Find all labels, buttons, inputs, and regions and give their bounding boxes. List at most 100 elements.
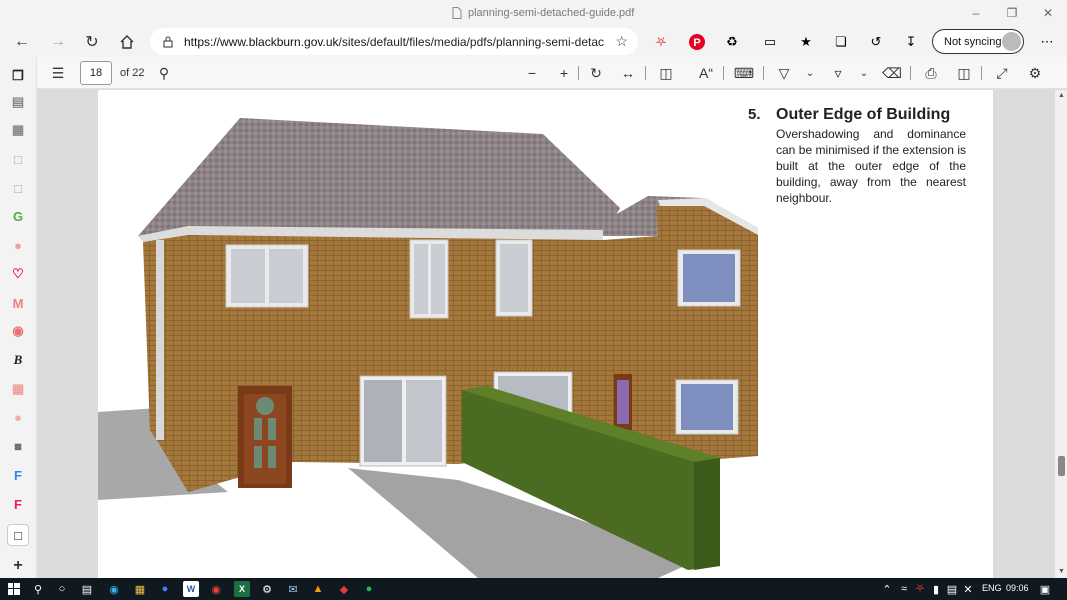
tab-site-icon[interactable]: ▩ (9, 437, 27, 455)
new-tab-plus-icon[interactable]: + (9, 557, 27, 575)
forward-arrow-icon[interactable]: → (46, 31, 70, 53)
fullscreen-icon[interactable]: ⤢ (992, 63, 1012, 83)
tab-active-pdf-icon[interactable]: □ (7, 524, 29, 546)
window-title-bar: planning-semi-detached-guide.pdf – ❐ ✕ (0, 0, 1067, 27)
close-icon[interactable]: ✕ (1038, 4, 1058, 22)
favorites-icon[interactable]: ★ (797, 33, 815, 51)
mail-icon[interactable]: ✉ (285, 581, 301, 597)
avatar (1002, 32, 1021, 51)
spotify-icon[interactable]: ● (361, 581, 377, 597)
word-icon[interactable]: W (183, 581, 199, 597)
tab-document-icon[interactable]: □ (9, 179, 27, 197)
file-explorer-icon[interactable]: ▦ (132, 581, 148, 597)
tab-f-icon[interactable]: F (9, 466, 27, 484)
svg-text:P: P (693, 37, 700, 49)
security-shield-icon[interactable]: ⛧ (912, 581, 928, 597)
section-body: Overshadowing and dominance can be minim… (776, 127, 966, 205)
tab-google-icon[interactable]: G (9, 207, 27, 225)
settings-gear-icon[interactable]: ⚙ (259, 581, 275, 597)
scroll-down-icon[interactable]: ▼ (1058, 568, 1065, 575)
favorite-add-icon[interactable]: ☆ (615, 33, 628, 50)
settings-gear-icon[interactable]: ⚙ (1025, 63, 1045, 83)
tab-site-icon[interactable]: ▤ (9, 93, 27, 111)
pdf-viewer: 5. Outer Edge of Building Overshadowing … (38, 90, 1055, 578)
tab-site-icon[interactable]: ◉ (9, 322, 27, 340)
cortana-icon[interactable]: ○ (54, 581, 70, 597)
divider (723, 66, 724, 80)
zoom-out-icon[interactable]: − (522, 63, 542, 83)
add-text-icon[interactable]: ⌨ (734, 63, 754, 83)
save-icon[interactable]: ◫ (954, 63, 974, 83)
language-indicator[interactable]: ENG (982, 583, 1002, 593)
back-arrow-icon[interactable]: ← (10, 31, 34, 53)
browser-toolbar: ← → ↻ https://www.blackburn.gov.uk/sites… (0, 27, 1067, 57)
tab-f-icon[interactable]: F (9, 495, 27, 513)
divider (578, 66, 579, 80)
tab-actions-icon[interactable]: ❐ (9, 67, 27, 85)
profile-sync-button[interactable]: Not syncing (932, 29, 1024, 54)
wifi-icon[interactable]: ≈ (896, 581, 912, 597)
chrome-icon[interactable]: ◉ (208, 581, 224, 597)
divider (645, 66, 646, 80)
erase-icon[interactable]: ⌫ (882, 63, 902, 83)
scroll-up-icon[interactable]: ▲ (1058, 92, 1065, 99)
minimize-icon[interactable]: – (966, 4, 986, 22)
scroll-thumb[interactable] (1058, 456, 1065, 476)
chevron-down-icon[interactable]: ⌄ (854, 63, 874, 83)
page-number-input[interactable]: 18 (80, 61, 112, 85)
windows-start-icon[interactable] (6, 581, 22, 597)
lock-icon (163, 36, 173, 47)
page-view-icon[interactable]: ◫ (656, 63, 676, 83)
search-icon[interactable]: ⚲ (30, 581, 46, 597)
read-aloud-icon[interactable]: A“ (696, 63, 716, 83)
volume-muted-icon[interactable]: ✕ (960, 581, 976, 597)
tab-site-icon[interactable]: ● (9, 408, 27, 426)
history-icon[interactable]: ↺ (867, 33, 885, 51)
tab-site-icon[interactable]: ● (9, 236, 27, 254)
clock[interactable]: 09:06 (1006, 583, 1029, 593)
tab-heart-icon[interactable]: ♡ (9, 265, 27, 283)
vertical-scrollbar[interactable]: ▲ ▼ (1055, 90, 1067, 578)
edge-icon[interactable]: ◉ (106, 581, 122, 597)
divider (981, 66, 982, 80)
extension-shield-icon[interactable]: ⛧ (652, 33, 670, 51)
cast-icon[interactable]: ▭ (761, 33, 779, 51)
chevron-down-icon[interactable]: ⌄ (800, 63, 820, 83)
network-icon[interactable]: ▤ (944, 581, 960, 597)
tab-site-icon[interactable]: ▦ (9, 380, 27, 398)
pinterest-icon[interactable]: P (688, 33, 706, 51)
url-host: https://www.blackburn.gov.uk (184, 34, 339, 49)
task-view-icon[interactable]: ▤ (79, 581, 95, 597)
rotate-icon[interactable]: ↻ (586, 63, 606, 83)
downloads-icon[interactable]: ↧ (902, 33, 920, 51)
window-title: planning-semi-detached-guide.pdf (468, 7, 635, 19)
vertical-tabs-sidebar: ❐ ▤ ▦ □ □ G ● ♡ M ◉ B ▦ ● ▩ F F □ + (0, 57, 37, 578)
print-icon[interactable]: ⎙ (921, 63, 941, 83)
pdf-page: 5. Outer Edge of Building Overshadowing … (98, 90, 993, 578)
refresh-icon[interactable]: ↻ (80, 31, 104, 53)
acrobat-icon[interactable]: ◆ (336, 581, 352, 597)
contents-list-icon[interactable]: ☰ (48, 63, 68, 83)
divider (910, 66, 911, 80)
edge-legacy-icon[interactable]: ● (157, 581, 173, 597)
fit-width-icon[interactable]: ↔ (618, 63, 638, 83)
tab-photo-icon[interactable]: ▦ (9, 121, 27, 139)
tab-mail-icon[interactable]: M (9, 294, 27, 312)
tab-document-icon[interactable]: □ (9, 150, 27, 168)
zoom-in-icon[interactable]: + (554, 63, 574, 83)
highlight-icon[interactable]: ▿ (828, 63, 848, 83)
excel-icon[interactable]: X (234, 581, 250, 597)
tab-b-icon[interactable]: B (9, 351, 27, 369)
draw-icon[interactable]: ▽ (774, 63, 794, 83)
address-field[interactable]: https://www.blackburn.gov.uk/sites/defau… (150, 28, 638, 55)
chevron-up-icon[interactable]: ⌃ (879, 581, 895, 597)
app-icon[interactable]: ▲ (310, 581, 326, 597)
home-icon[interactable] (115, 31, 139, 53)
extensions-puzzle-icon[interactable]: ♻ (723, 33, 741, 51)
restore-icon[interactable]: ❐ (1002, 4, 1022, 22)
notifications-icon[interactable]: ▣ (1037, 581, 1053, 597)
search-icon[interactable]: ⚲ (154, 63, 174, 83)
more-menu-icon[interactable]: ⋯ (1038, 33, 1056, 51)
battery-icon[interactable]: ▮ (928, 581, 944, 597)
collections-icon[interactable]: ❏ (832, 33, 850, 51)
